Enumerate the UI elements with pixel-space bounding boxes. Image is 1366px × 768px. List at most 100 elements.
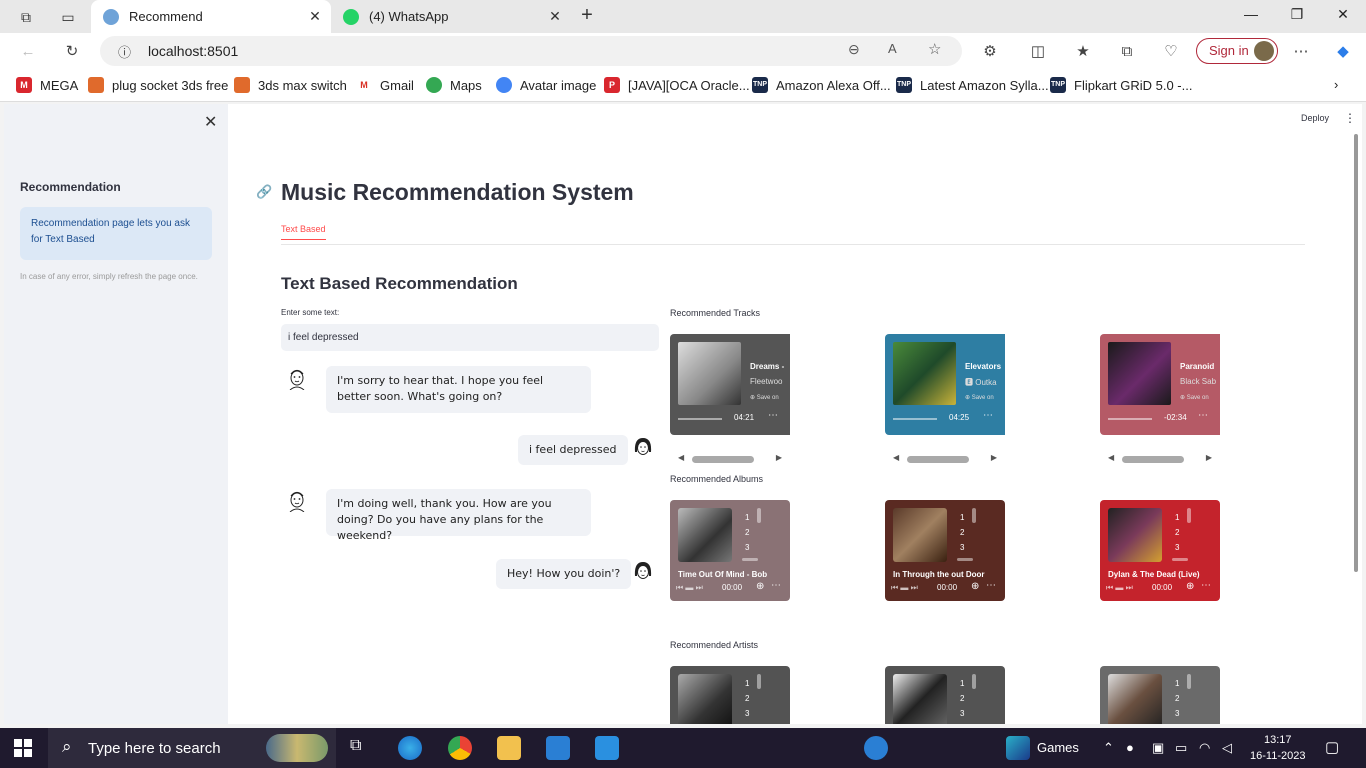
- main-menu-icon[interactable]: ⋮: [1344, 111, 1356, 125]
- track-scrollbar[interactable]: ◀ ▶: [1100, 453, 1220, 465]
- progress-bar[interactable]: [678, 418, 722, 420]
- player-controls[interactable]: ⏮ ▬ ⏭: [676, 583, 703, 593]
- zoom-icon[interactable]: ⊖: [848, 41, 860, 58]
- chevron-up-icon[interactable]: ⌃: [1103, 740, 1114, 756]
- tab-whatsapp[interactable]: (4) WhatsApp ✕: [331, 0, 571, 33]
- scroll-right-icon[interactable]: ▶: [991, 453, 997, 462]
- scroll-thumb[interactable]: [957, 558, 973, 561]
- close-icon[interactable]: ✕: [547, 8, 563, 25]
- refresh-icon[interactable]: ↻: [61, 41, 83, 63]
- anchor-link-icon[interactable]: 🔗: [256, 184, 272, 200]
- album-card[interactable]: 123 Dylan & The Dead (Live) ⏮ ▬ ⏭ 00:00 …: [1100, 500, 1220, 601]
- bookmark-mega[interactable]: M MEGA: [16, 77, 78, 93]
- track-card[interactable]: Paranoid Black Sab ⊕ Save on -02:34 ⋯: [1100, 334, 1220, 435]
- bookmark-maps[interactable]: Maps: [426, 77, 482, 93]
- help-icon[interactable]: [864, 736, 888, 760]
- progress-bar[interactable]: [1108, 418, 1152, 420]
- bookmark-plug-socket[interactable]: plug socket 3ds free: [88, 77, 228, 93]
- url-field[interactable]: ⓘ localhost:8501 ⊖ A ☆: [100, 36, 962, 66]
- scroll-right-icon[interactable]: ▶: [776, 453, 782, 462]
- device-icon[interactable]: ▣: [1152, 740, 1164, 756]
- scroll-thumb[interactable]: [972, 508, 976, 523]
- sign-in-button[interactable]: Sign in: [1196, 38, 1278, 64]
- scroll-thumb[interactable]: [757, 508, 761, 523]
- more-icon[interactable]: ⋯: [771, 580, 781, 591]
- artist-card[interactable]: 123: [885, 666, 1005, 724]
- bookmark-gmail[interactable]: M Gmail: [356, 77, 414, 93]
- scroll-thumb[interactable]: [1187, 674, 1191, 689]
- wifi-icon[interactable]: ◠: [1199, 740, 1210, 756]
- games-label[interactable]: Games: [1037, 740, 1079, 755]
- back-icon[interactable]: ←: [17, 41, 39, 63]
- tab-recommend[interactable]: Recommend ✕: [91, 0, 331, 33]
- add-icon[interactable]: ⊕: [1186, 581, 1194, 592]
- scroll-thumb[interactable]: [907, 456, 969, 463]
- artist-card[interactable]: 123: [670, 666, 790, 724]
- scroll-thumb[interactable]: [742, 558, 758, 561]
- track-card[interactable]: Elevators 🅴 Outka ⊕ Save on 04:25 ⋯: [885, 334, 1005, 435]
- file-explorer-icon[interactable]: [497, 736, 521, 760]
- track-scrollbar[interactable]: ◀ ▶: [670, 453, 790, 465]
- info-icon[interactable]: ⓘ: [118, 42, 131, 61]
- scroll-left-icon[interactable]: ◀: [893, 453, 899, 462]
- more-icon[interactable]: ⋯: [983, 410, 993, 421]
- antivirus-icon[interactable]: ●: [1126, 740, 1134, 755]
- player-controls[interactable]: ⏮ ▬ ⏭: [891, 583, 918, 593]
- notifications-icon[interactable]: ▢: [1325, 738, 1339, 756]
- chrome-icon[interactable]: [448, 736, 472, 760]
- new-tab-icon[interactable]: +: [577, 5, 597, 25]
- split-screen-icon[interactable]: ◫: [1027, 41, 1049, 63]
- taskbar-search[interactable]: ⌕ Type here to search: [48, 728, 336, 768]
- task-view-icon[interactable]: ⧉: [350, 737, 361, 755]
- maximize-icon[interactable]: ❐: [1282, 6, 1312, 23]
- text-input[interactable]: [281, 324, 659, 351]
- close-icon[interactable]: ✕: [204, 112, 217, 132]
- more-icon[interactable]: ⋯: [1201, 580, 1211, 591]
- album-card[interactable]: 123 In Through the out Door ⏮ ▬ ⏭ 00:00 …: [885, 500, 1005, 601]
- browser-essentials-icon[interactable]: ♡: [1160, 41, 1182, 63]
- favorite-star-icon[interactable]: ☆: [928, 40, 941, 58]
- collections-icon[interactable]: ⧉: [1116, 41, 1138, 63]
- track-scrollbar[interactable]: ◀ ▶: [885, 453, 1005, 465]
- save-on-spotify[interactable]: ⊕ Save on: [1180, 394, 1209, 401]
- clock[interactable]: 13:17 16-11-2023: [1250, 732, 1305, 764]
- save-on-spotify[interactable]: ⊕ Save on: [965, 394, 994, 401]
- scroll-thumb[interactable]: [1187, 508, 1191, 523]
- save-on-spotify[interactable]: ⊕ Save on: [750, 394, 779, 401]
- artist-card[interactable]: 123: [1100, 666, 1220, 724]
- extensions-icon[interactable]: ⚙: [979, 41, 1001, 63]
- scroll-thumb[interactable]: [692, 456, 754, 463]
- album-card[interactable]: 123 Time Out Of Mind - Bob ⏮ ▬ ⏭ 00:00 ⊕…: [670, 500, 790, 601]
- scroll-left-icon[interactable]: ◀: [678, 453, 684, 462]
- add-icon[interactable]: ⊕: [756, 581, 764, 592]
- minimize-icon[interactable]: —: [1236, 6, 1266, 22]
- scroll-right-icon[interactable]: ▶: [1206, 453, 1212, 462]
- scrollbar[interactable]: [1354, 134, 1358, 572]
- close-icon[interactable]: ✕: [307, 8, 323, 25]
- scroll-thumb[interactable]: [757, 674, 761, 689]
- more-icon[interactable]: ⋯: [986, 580, 996, 591]
- games-icon[interactable]: [1006, 736, 1030, 760]
- read-aloud-icon[interactable]: A: [888, 41, 897, 56]
- bookmark-avatar[interactable]: Avatar image: [496, 77, 596, 93]
- chevron-right-icon[interactable]: ›: [1334, 77, 1338, 92]
- progress-bar[interactable]: [893, 418, 937, 420]
- more-icon[interactable]: ⋯: [768, 410, 778, 421]
- close-window-icon[interactable]: ✕: [1328, 6, 1358, 23]
- scroll-thumb[interactable]: [1122, 456, 1184, 463]
- favorites-icon[interactable]: ★: [1072, 41, 1094, 63]
- bookmark-java[interactable]: P [JAVA][OCA Oracle...: [604, 77, 750, 93]
- tab-actions-icon[interactable]: ▭: [58, 7, 78, 27]
- workspaces-icon[interactable]: ⧉: [16, 7, 36, 27]
- scroll-thumb[interactable]: [972, 674, 976, 689]
- bookmark-amazon-syllabus[interactable]: TNP Latest Amazon Sylla...: [896, 77, 1049, 93]
- scroll-thumb[interactable]: [1172, 558, 1188, 561]
- scroll-left-icon[interactable]: ◀: [1108, 453, 1114, 462]
- bookmark-alexa[interactable]: TNP Amazon Alexa Off...: [752, 77, 891, 93]
- add-icon[interactable]: ⊕: [971, 581, 979, 592]
- battery-icon[interactable]: ▭: [1175, 740, 1187, 756]
- windows-start-icon[interactable]: [14, 739, 32, 757]
- track-card[interactable]: Dreams - Fleetwoo ⊕ Save on 04:21 ⋯: [670, 334, 790, 435]
- more-options-icon[interactable]: ⋯: [1290, 41, 1312, 63]
- mail-icon[interactable]: [546, 736, 570, 760]
